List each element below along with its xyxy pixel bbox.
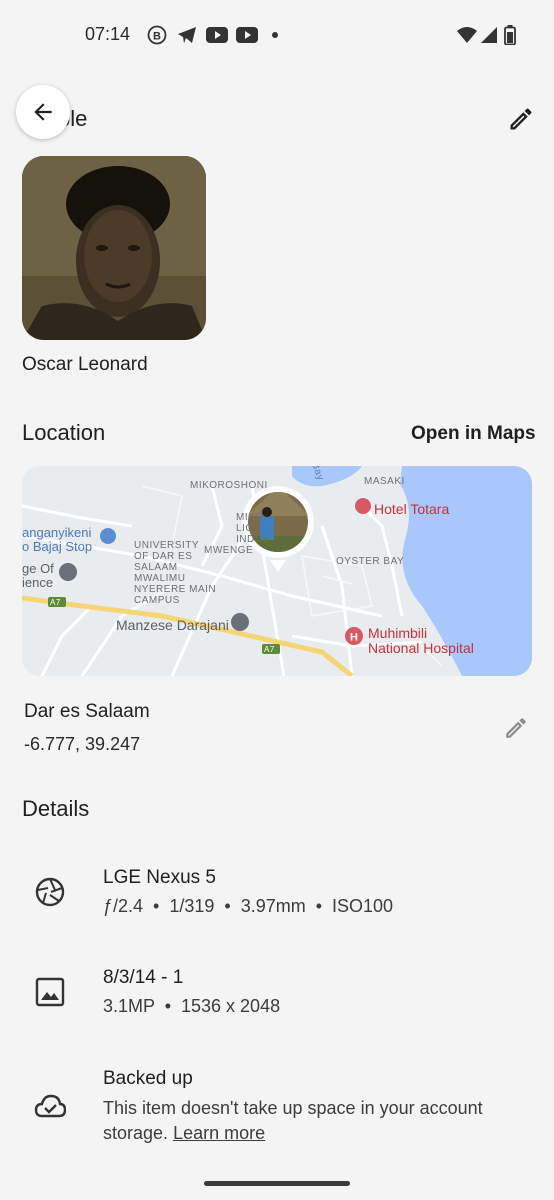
arrow-back-icon <box>34 103 52 121</box>
svg-text:H: H <box>350 632 358 644</box>
map-label-manzese: Manzese Darajani <box>116 617 229 633</box>
location-section-title: Location <box>22 420 106 445</box>
map-label-mikocheni: MIKO LIG INDUS <box>236 512 270 545</box>
camera-aperture-icon <box>34 876 66 908</box>
open-in-maps-link[interactable]: Open in Maps <box>411 423 536 445</box>
cloud-check-icon <box>34 1090 66 1122</box>
details-section-title: Details <box>22 796 90 821</box>
svg-text:B: B <box>153 31 161 43</box>
map-label-hospital: Muhimbili National Hospital <box>368 625 474 656</box>
backup-description-text: This item doesn't take up space in your … <box>103 1098 483 1143</box>
edit-button[interactable] <box>506 104 536 134</box>
map-label-oyster-bay: OYSTER BAY <box>336 556 405 567</box>
backup-description: This item doesn't take up space in your … <box>103 1096 503 1146</box>
image-resolution: 3.1MP • 1536 x 2048 <box>103 996 281 1016</box>
pencil-icon <box>510 108 532 130</box>
learn-more-link[interactable]: Learn more <box>173 1123 265 1143</box>
location-map[interactable]: H MIKOROSHONI MIKO LIG INDUS MWENGE MASA… <box>22 466 532 676</box>
camera-settings: ƒ/2.4 • 1/319 • 3.97mm • ISO100 <box>103 896 394 916</box>
dot-icon <box>270 26 280 44</box>
pencil-icon <box>506 718 526 738</box>
backup-status: Backed up <box>103 1068 193 1089</box>
coordinates: -6.777, 39.247 <box>24 734 141 754</box>
status-time: 07:14 <box>85 24 131 44</box>
b-badge-icon: B <box>146 25 168 45</box>
image-filename: 8/3/14 - 1 <box>103 967 184 988</box>
signal-icon <box>480 26 498 44</box>
telegram-icon <box>176 26 198 44</box>
back-button[interactable] <box>16 85 70 139</box>
image-icon <box>34 976 66 1008</box>
map-label-bajaj: anganyikeni o Bajaj Stop <box>22 525 93 554</box>
map-road-shield-a7: A7 <box>264 645 275 654</box>
youtube-icon <box>235 26 259 44</box>
map-label-university: UNIVERSITY OF DAR ES SALAAM MWALIMU NYER… <box>134 540 217 606</box>
person-name[interactable]: Oscar Leonard <box>22 354 148 376</box>
youtube-icon <box>205 26 229 44</box>
map-label-mikoroshoni: MIKOROSHONI <box>190 480 268 491</box>
wifi-icon <box>456 26 478 44</box>
map-label-science: ge Of ience <box>22 561 54 590</box>
map-road-shield-a7: A7 <box>50 598 61 607</box>
battery-icon <box>502 25 518 45</box>
person-face-photo[interactable] <box>22 156 206 340</box>
camera-model: LGE Nexus 5 <box>103 867 216 888</box>
place-name: Dar es Salaam <box>24 701 150 722</box>
map-label-masaki: MASAKI <box>364 476 405 487</box>
edit-location-button[interactable] <box>502 714 530 742</box>
gesture-home-bar[interactable] <box>204 1181 350 1186</box>
map-label-hotel: Hotel Totara <box>374 501 450 517</box>
